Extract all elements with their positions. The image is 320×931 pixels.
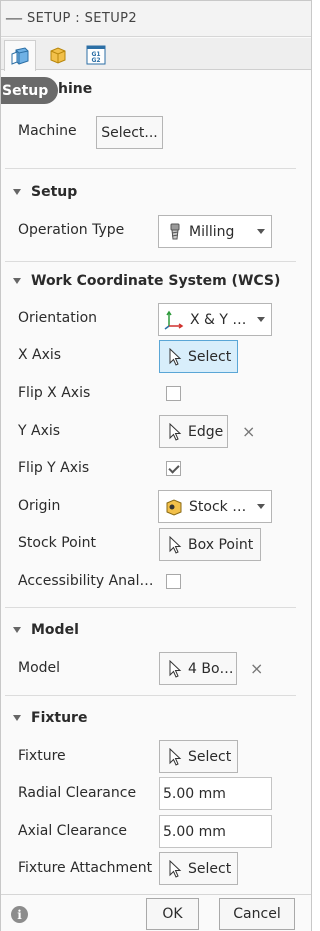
clear-y-axis-icon[interactable]: × [242,422,255,441]
cursor-arrow-icon [169,747,182,766]
cursor-arrow-icon [169,659,182,678]
divider [5,607,296,608]
model-section-title: Model [31,622,79,638]
machine-label: Machine [18,123,77,139]
svg-text:G2: G2 [91,57,100,64]
fixture-attachment-select-button[interactable]: Select [159,852,238,885]
setup-panel: — SETUP : SETUP2 G1 G2 Setup hine Machin… [0,0,312,931]
x-axis-label: X Axis [18,347,62,363]
fixture-label: Fixture [18,748,66,764]
operation-type-dropdown[interactable]: Milling [158,215,272,248]
fixture-select-button[interactable]: Select [159,740,238,773]
g1-g2-icon: G1 G2 [86,45,106,65]
chevron-down-icon [257,504,265,509]
tab-post[interactable]: G1 G2 [80,40,112,70]
cursor-arrow-icon [169,535,182,554]
cancel-button[interactable]: Cancel [219,898,295,930]
collapse-triangle-icon [13,715,21,721]
orientation-label: Orientation [18,310,98,326]
x-axis-select-button[interactable]: Select [159,340,238,373]
fixture-section-header[interactable]: Fixture [13,710,87,726]
flip-x-axis-label: Flip X Axis [18,385,91,401]
fixture-select-label: Select [188,748,232,765]
accessibility-analysis-label: Accessibility Anal… [18,573,154,589]
axes-icon [164,310,184,330]
chevron-down-icon [257,229,265,234]
model-label: Model [18,660,61,676]
stock-point-label: Stock Point [18,535,96,551]
orientation-dropdown[interactable]: X & Y ax… [158,303,272,336]
machine-select-button[interactable]: Select... [96,116,163,149]
stock-point-icon [166,498,182,516]
origin-value: Stock b… [189,498,253,515]
cancel-button-label: Cancel [233,906,281,922]
stock-point-button[interactable]: Box Point [159,528,261,561]
divider [5,695,296,696]
tab-stock[interactable] [42,40,74,70]
model-select-label: 4 Bo… [188,660,234,677]
dialog-footer: i OK Cancel [1,894,311,931]
collapse-triangle-icon [13,627,21,633]
x-axis-select-label: Select [188,348,232,365]
ok-button-label: OK [162,906,183,922]
cursor-arrow-icon [169,859,182,878]
axial-clearance-label: Axial Clearance [18,823,128,839]
machine-select-label: Select... [101,124,158,141]
operation-type-value: Milling [189,223,235,240]
collapse-triangle-icon [13,278,21,284]
divider [5,261,296,262]
cursor-arrow-icon [169,422,182,441]
setup-section-title: Setup [31,184,78,200]
axial-clearance-input[interactable]: 5.00 mm [159,815,272,848]
collapse-triangle-icon [13,189,21,195]
flip-y-axis-checkbox[interactable] [166,461,181,476]
collapse-icon[interactable]: — [1,1,27,37]
cursor-arrow-icon [169,347,182,366]
setup-section-header[interactable]: Setup [13,184,77,200]
title-bar: — SETUP : SETUP2 [1,1,311,37]
model-select-button[interactable]: 4 Bo… [159,652,237,685]
flip-x-axis-checkbox[interactable] [166,386,181,401]
milling-tool-icon [170,223,180,239]
fixture-attachment-select-label: Select [188,860,232,877]
stock-box-icon [50,47,66,64]
origin-dropdown[interactable]: Stock b… [158,490,272,523]
y-axis-select-label: Edge [188,423,224,440]
y-axis-select-button[interactable]: Edge [159,415,228,448]
origin-label: Origin [18,498,61,514]
radial-clearance-input[interactable]: 5.00 mm [159,777,272,810]
y-axis-label: Y Axis [18,423,61,439]
wcs-section-header[interactable]: Work Coordinate System (WCS) [13,273,280,289]
tab-setup[interactable] [4,40,36,71]
stock-point-button-label: Box Point [188,536,254,553]
tab-bar: G1 G2 [1,38,311,71]
orientation-value: X & Y ax… [190,311,254,328]
accessibility-analysis-checkbox[interactable] [166,574,181,589]
ok-button[interactable]: OK [146,898,199,930]
wcs-section-title: Work Coordinate System (WCS) [31,273,281,289]
radial-clearance-label: Radial Clearance [18,785,137,801]
machine-section-header[interactable]: hine [58,81,92,97]
setup-3d-icon [11,47,29,65]
chevron-down-icon [257,317,265,322]
model-section-header[interactable]: Model [13,622,79,638]
fixture-section-title: Fixture [31,710,88,726]
divider [5,168,296,169]
fixture-attachment-label: Fixture Attachment [18,860,153,876]
panel-title: SETUP : SETUP2 [27,11,138,26]
operation-type-label: Operation Type [18,222,125,238]
flip-y-axis-label: Flip Y Axis [18,460,90,476]
clear-model-icon[interactable]: × [250,659,263,678]
info-icon[interactable]: i [11,906,28,923]
setup-tooltip: Setup [1,77,58,104]
